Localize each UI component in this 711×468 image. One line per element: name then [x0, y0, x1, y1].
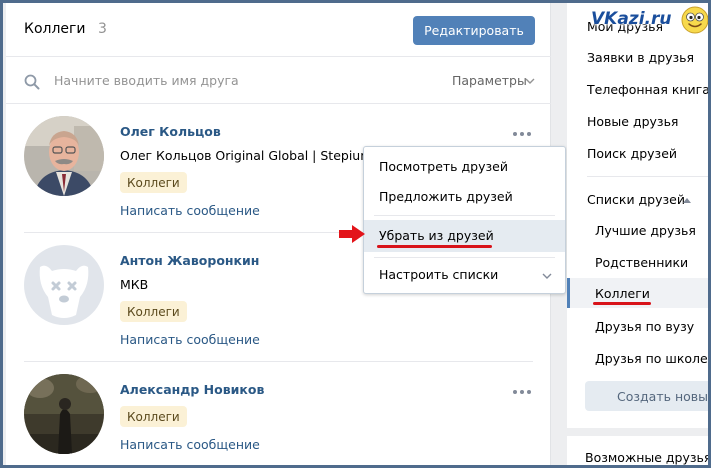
- friend-row: Александр Новиков Коллеги Написать сообщ…: [6, 362, 551, 465]
- smiley-face-icon: [681, 6, 708, 34]
- more-dots-icon[interactable]: [512, 131, 532, 137]
- edit-button[interactable]: Редактировать: [413, 16, 535, 45]
- friend-actions-menu: Посмотреть друзей Предложить друзей Убра…: [363, 146, 566, 294]
- right-nav: Мои друзья Заявки в друзья Телефонная кн…: [567, 3, 708, 428]
- friends-list-card: Коллеги 3 Редактировать Начните вводить …: [6, 3, 566, 465]
- chevron-down-icon: [542, 273, 552, 279]
- list-tag[interactable]: Коллеги: [120, 301, 187, 322]
- list-tag[interactable]: Коллеги: [120, 406, 187, 427]
- annotation-underline: [593, 302, 651, 305]
- nav-list-relatives[interactable]: Родственники: [595, 255, 688, 270]
- params-dropdown[interactable]: Параметры: [452, 73, 527, 88]
- menu-item-remove-friend[interactable]: Убрать из друзей: [379, 228, 494, 243]
- friend-subtitle: МКВ: [120, 277, 149, 292]
- possible-friends-title: Возможные друзья: [585, 450, 708, 465]
- search-input[interactable]: Начните вводить имя друга: [54, 73, 239, 88]
- arrow-right-icon: [339, 225, 365, 243]
- chevron-up-icon: [683, 198, 691, 203]
- possible-friends-block: Возможные друзья: [567, 436, 708, 465]
- nav-list-university[interactable]: Друзья по вузу: [595, 319, 694, 334]
- menu-divider: [374, 257, 555, 258]
- page-title: Коллеги: [24, 21, 86, 37]
- watermark-text: VKazi.ru: [591, 9, 672, 29]
- deactivated-dog-icon: [24, 245, 104, 325]
- avatar[interactable]: [24, 374, 104, 454]
- list-header: Коллеги 3 Редактировать: [6, 3, 551, 57]
- nav-item-requests[interactable]: Заявки в друзья: [587, 50, 694, 65]
- friend-name[interactable]: Олег Кольцов: [120, 124, 221, 139]
- avatar-photo: [24, 374, 104, 454]
- write-message-link[interactable]: Написать сообщение: [120, 437, 260, 452]
- avatar-photo: [24, 116, 104, 196]
- friends-count: 3: [98, 21, 107, 37]
- watermark-logo: VKazi.ru: [588, 5, 708, 37]
- avatar[interactable]: [24, 245, 104, 325]
- annotation-underline: [377, 245, 492, 248]
- search-icon: [24, 74, 40, 90]
- friend-name[interactable]: Александр Новиков: [120, 382, 264, 397]
- menu-item-configure-lists[interactable]: Настроить списки: [379, 267, 498, 282]
- menu-item-view-friends[interactable]: Посмотреть друзей: [379, 159, 508, 174]
- screenshot-frame: Коллеги 3 Редактировать Начните вводить …: [3, 3, 708, 465]
- friend-name[interactable]: Антон Жаворонкин: [120, 253, 259, 268]
- nav-active-indicator: [567, 278, 570, 308]
- more-dots-icon[interactable]: [512, 389, 532, 395]
- nav-item-new-friends[interactable]: Новые друзья: [587, 114, 678, 129]
- nav-list-school[interactable]: Друзья по школе: [595, 351, 708, 366]
- list-tag[interactable]: Коллеги: [120, 172, 187, 193]
- nav-item-phonebook[interactable]: Телефонная книга: [587, 82, 708, 97]
- nav-list-colleagues[interactable]: Коллеги: [595, 286, 650, 301]
- write-message-link[interactable]: Написать сообщение: [120, 332, 260, 347]
- write-message-link[interactable]: Написать сообщение: [120, 203, 260, 218]
- nav-list-best[interactable]: Лучшие друзья: [595, 223, 696, 238]
- menu-divider: [374, 215, 555, 216]
- nav-item-find-friends[interactable]: Поиск друзей: [587, 146, 677, 161]
- avatar[interactable]: [24, 116, 104, 196]
- create-list-button[interactable]: Создать новый: [585, 381, 708, 411]
- nav-lists-header[interactable]: Списки друзей: [587, 192, 685, 207]
- menu-item-suggest-friends[interactable]: Предложить друзей: [379, 189, 513, 204]
- search-bar: Начните вводить имя друга Параметры: [6, 58, 551, 104]
- friend-subtitle: Олег Кольцов Original Global | Stepium: [120, 148, 373, 163]
- nav-divider: [587, 176, 708, 177]
- chevron-down-icon: [525, 78, 535, 84]
